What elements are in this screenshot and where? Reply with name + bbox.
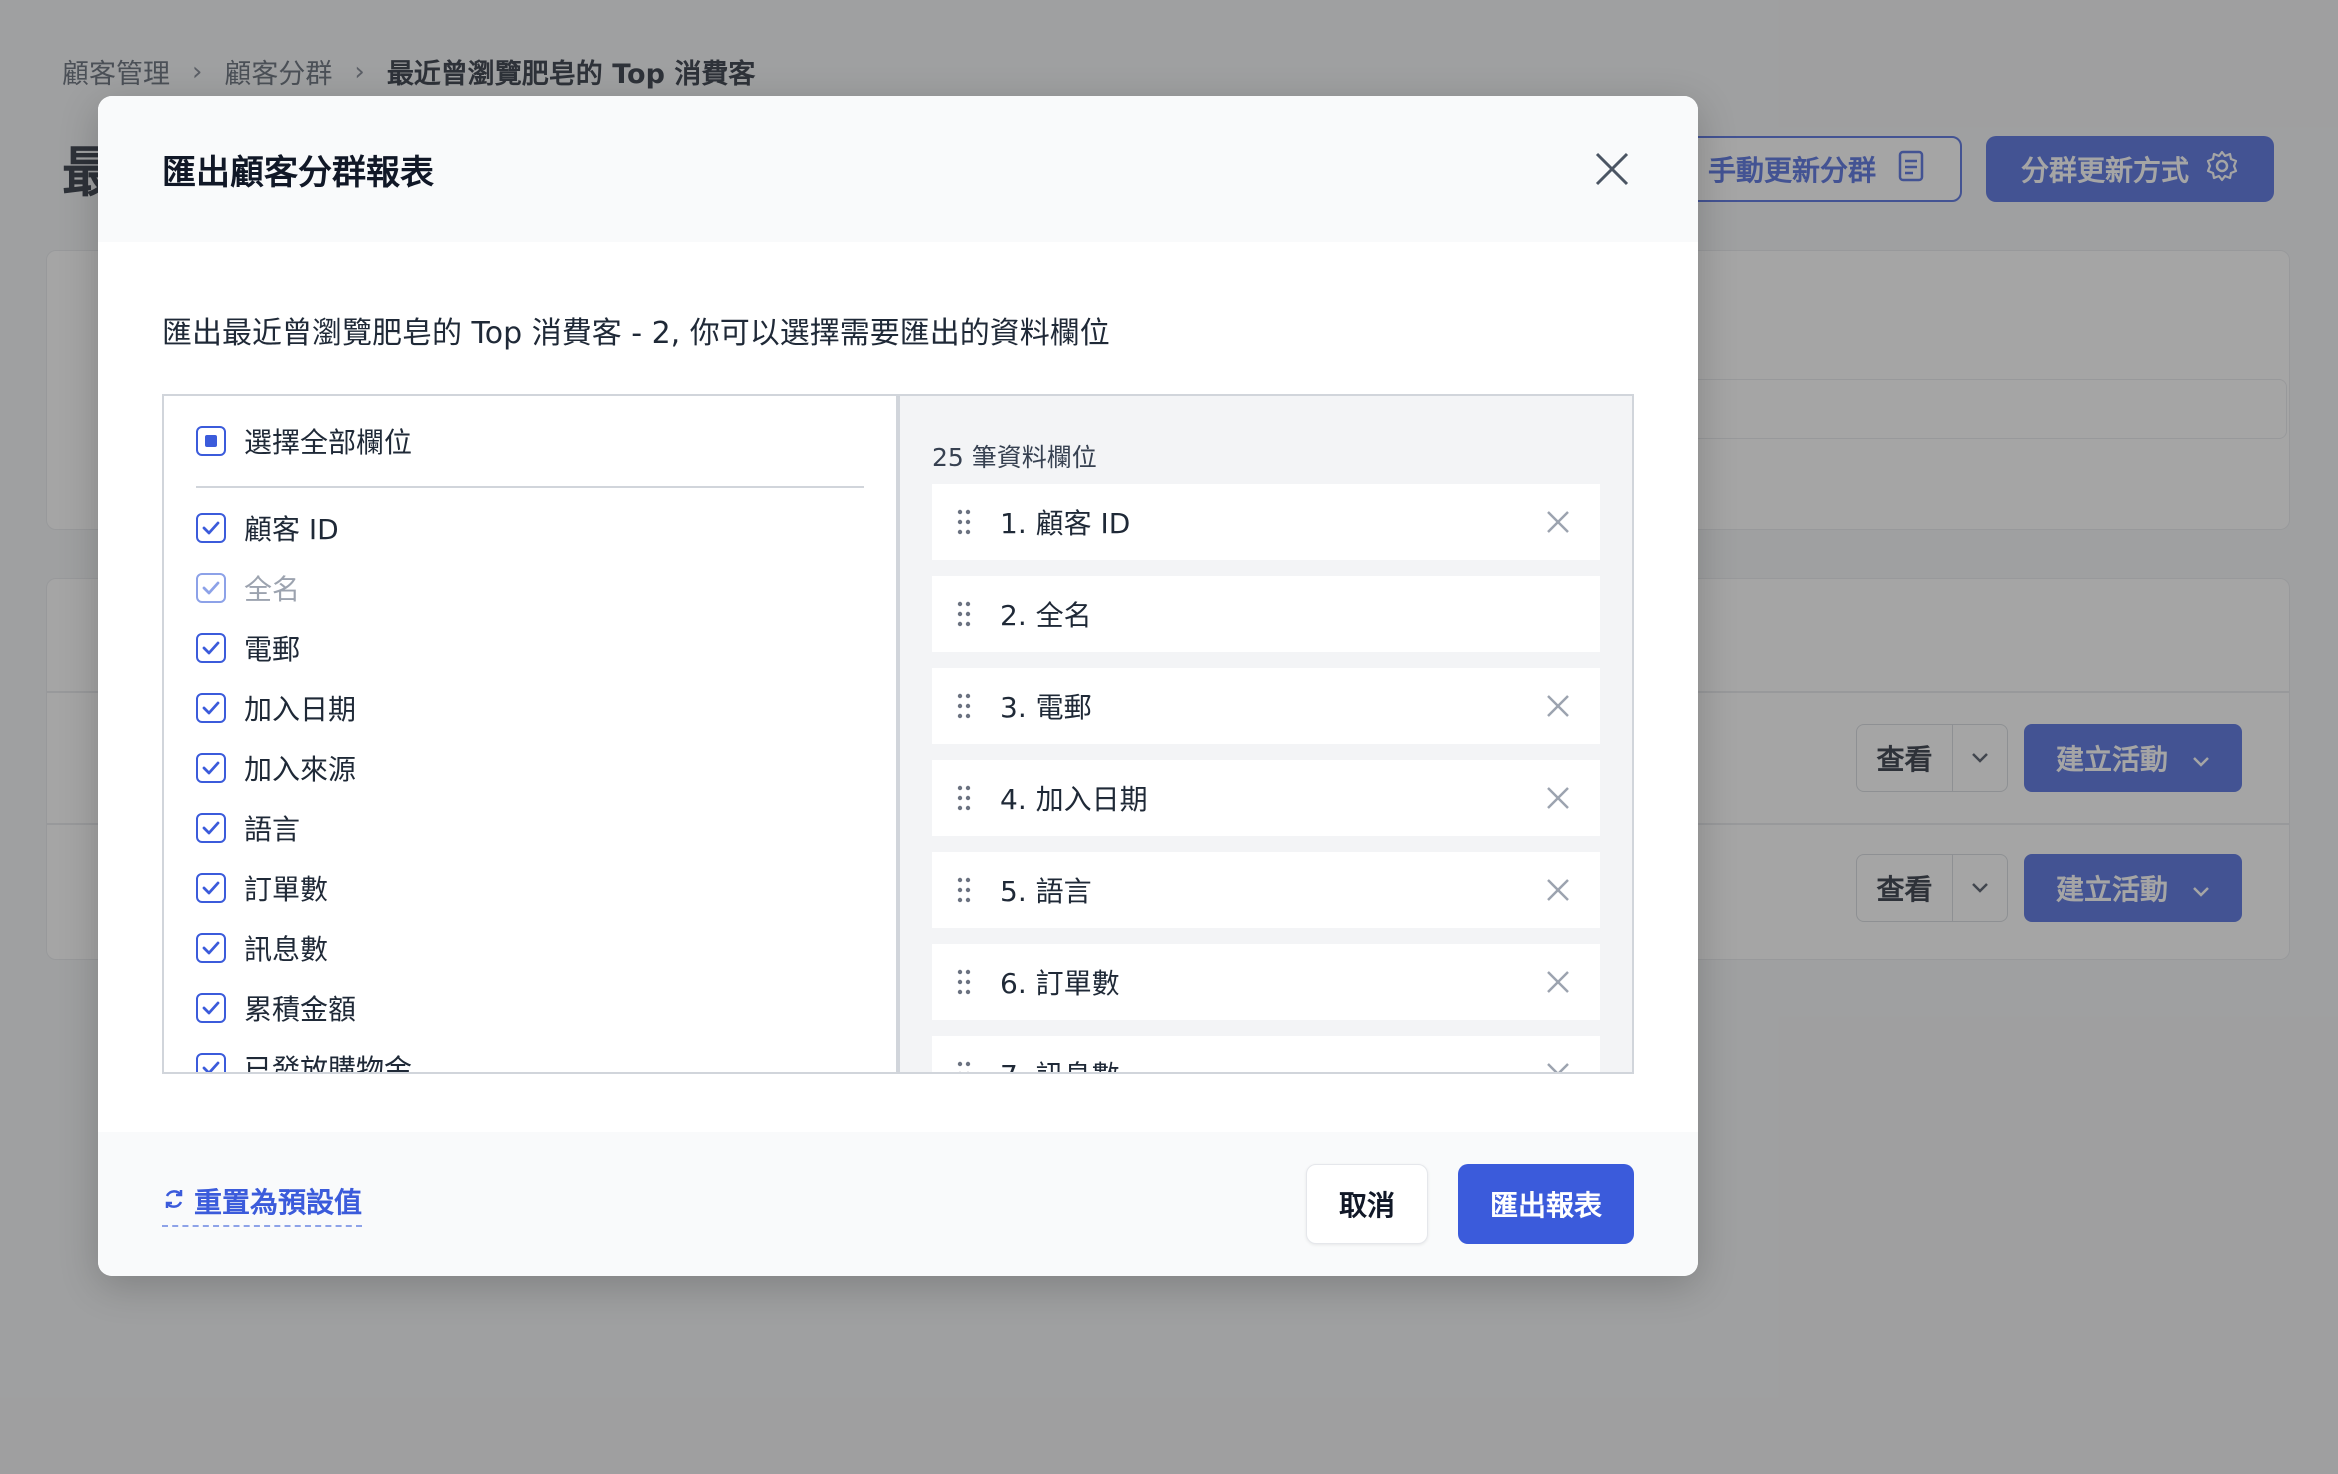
checkmark-icon <box>202 701 220 715</box>
drag-handle-icon[interactable] <box>954 876 974 904</box>
field-checkbox-row[interactable]: 顧客 ID <box>196 498 864 558</box>
drag-handle-icon[interactable] <box>954 508 974 536</box>
selected-field-label: 7. 訊息數 <box>1000 1054 1538 1072</box>
field-checkbox-label: 累積金額 <box>244 993 357 1026</box>
field-checkbox-label: 已發放購物金 <box>244 1053 413 1072</box>
field-checkbox[interactable] <box>196 813 226 843</box>
refresh-icon <box>162 1185 186 1218</box>
selected-field-item[interactable]: 1. 顧客 ID <box>932 484 1600 560</box>
selected-field-item[interactable]: 3. 電郵 <box>932 668 1600 744</box>
checkmark-icon <box>202 881 220 895</box>
field-checkbox[interactable] <box>196 1053 226 1072</box>
selected-field-list: 1. 顧客 ID 2. 全名 3. 電郵 4. 加入日期 5. 語言 6. 訂單數 7. 訊… <box>932 484 1600 1072</box>
field-checkbox-row[interactable]: 已發放購物金 <box>196 1038 864 1072</box>
selected-field-item[interactable]: 7. 訊息數 <box>932 1036 1600 1072</box>
reset-to-default-link[interactable]: 重置為預設值 <box>162 1181 363 1227</box>
select-all-checkbox[interactable] <box>196 426 226 456</box>
selected-field-label: 6. 訂單數 <box>1000 967 1120 1000</box>
selected-count-label: 25 筆資料欄位 <box>932 443 1097 472</box>
field-checkbox[interactable] <box>196 693 226 723</box>
export-report-button[interactable]: 匯出報表 <box>1458 1164 1634 1244</box>
field-checkbox-row[interactable]: 累積金額 <box>196 978 864 1038</box>
selected-field-item[interactable]: 2. 全名 <box>932 576 1600 652</box>
remove-field-icon[interactable] <box>1538 870 1578 910</box>
remove-field-icon[interactable] <box>1538 778 1578 818</box>
field-checkbox-label: 訂單數 <box>244 873 329 906</box>
field-checkbox-row[interactable]: 語言 <box>196 798 864 858</box>
field-checkbox-row[interactable]: 加入日期 <box>196 678 864 738</box>
checkmark-icon <box>202 641 220 655</box>
available-fields-pane[interactable]: 選擇全部欄位 顧客 ID 全名電郵加入日期加入來源語言訂單數訊息數累積金額已發放購… <box>164 396 900 1072</box>
field-checkbox-row[interactable]: 電郵 <box>196 618 864 678</box>
drag-handle-icon[interactable] <box>954 1060 974 1072</box>
drag-handle-icon[interactable] <box>954 692 974 720</box>
select-all-label: 選擇全部欄位 <box>244 426 413 459</box>
selected-field-item[interactable]: 5. 語言 <box>932 852 1600 928</box>
field-checkbox-label: 電郵 <box>244 633 301 666</box>
drag-handle-icon[interactable] <box>954 968 974 996</box>
checkmark-icon <box>202 821 220 835</box>
selected-field-label: 1. 顧客 ID <box>1000 507 1131 540</box>
field-checkbox-row[interactable]: 訊息數 <box>196 918 864 978</box>
remove-field-icon[interactable] <box>1538 686 1578 726</box>
close-icon[interactable] <box>1590 147 1634 191</box>
modal-footer: 重置為預設值 取消 匯出報表 <box>98 1132 1698 1276</box>
field-checkbox-label: 加入日期 <box>244 693 357 726</box>
field-checkbox-list: 顧客 ID 全名電郵加入日期加入來源語言訂單數訊息數累積金額已發放購物金 <box>196 488 864 1072</box>
field-checkbox[interactable] <box>196 993 226 1023</box>
remove-field-icon[interactable] <box>1538 962 1578 1002</box>
selected-field-label: 4. 加入日期 <box>1000 783 1148 816</box>
cancel-button[interactable]: 取消 <box>1306 1164 1428 1244</box>
checkmark-icon <box>202 1001 220 1015</box>
selected-fields-pane[interactable]: 25 筆資料欄位 1. 顧客 ID 2. 全名 3. 電郵 4. 加入日期 5. 語言 6… <box>900 396 1632 1072</box>
field-checkbox <box>196 573 226 603</box>
field-checkbox[interactable] <box>196 633 226 663</box>
modal-description: 匯出最近曾瀏覽肥皂的 Top 消費客 - 2, 你可以選擇需要匯出的資料欄位 <box>162 316 1110 351</box>
select-all-checkbox-row[interactable]: 選擇全部欄位 <box>196 396 864 488</box>
modal-title: 匯出顧客分群報表 <box>162 152 434 193</box>
field-checkbox-label: 訊息數 <box>244 933 329 966</box>
field-checkbox[interactable] <box>196 513 226 543</box>
field-selector: 選擇全部欄位 顧客 ID 全名電郵加入日期加入來源語言訂單數訊息數累積金額已發放購… <box>162 394 1634 1074</box>
drag-handle-icon[interactable] <box>954 600 974 628</box>
remove-field-icon[interactable] <box>1538 502 1578 542</box>
modal-header: 匯出顧客分群報表 <box>98 96 1698 242</box>
selected-field-label: 5. 語言 <box>1000 875 1092 908</box>
field-checkbox[interactable] <box>196 873 226 903</box>
field-checkbox-row[interactable]: 加入來源 <box>196 738 864 798</box>
checkmark-icon <box>202 521 220 535</box>
checkmark-icon <box>202 581 220 595</box>
drag-handle-icon[interactable] <box>954 784 974 812</box>
selected-field-item[interactable]: 4. 加入日期 <box>932 760 1600 836</box>
checkmark-icon <box>202 761 220 775</box>
field-checkbox[interactable] <box>196 933 226 963</box>
checkmark-icon <box>202 1061 220 1072</box>
selected-field-label: 2. 全名 <box>1000 599 1092 632</box>
field-checkbox-row: 全名 <box>196 558 864 618</box>
reset-label: 重置為預設值 <box>194 1186 363 1219</box>
export-report-modal: 匯出顧客分群報表 匯出最近曾瀏覽肥皂的 Top 消費客 - 2, 你可以選擇需要… <box>98 96 1698 1276</box>
selected-field-label: 3. 電郵 <box>1000 691 1092 724</box>
field-checkbox-row[interactable]: 訂單數 <box>196 858 864 918</box>
checkmark-icon <box>202 941 220 955</box>
field-checkbox-label: 全名 <box>244 573 301 606</box>
remove-field-icon[interactable] <box>1538 1054 1578 1072</box>
field-checkbox[interactable] <box>196 753 226 783</box>
selected-field-item[interactable]: 6. 訂單數 <box>932 944 1600 1020</box>
field-checkbox-label: 語言 <box>244 813 301 846</box>
field-checkbox-label: 顧客 ID <box>244 513 339 546</box>
footer-actions: 取消 匯出報表 <box>1306 1164 1634 1244</box>
field-checkbox-label: 加入來源 <box>244 753 357 786</box>
modal-body: 匯出最近曾瀏覽肥皂的 Top 消費客 - 2, 你可以選擇需要匯出的資料欄位 選… <box>98 308 1698 1074</box>
